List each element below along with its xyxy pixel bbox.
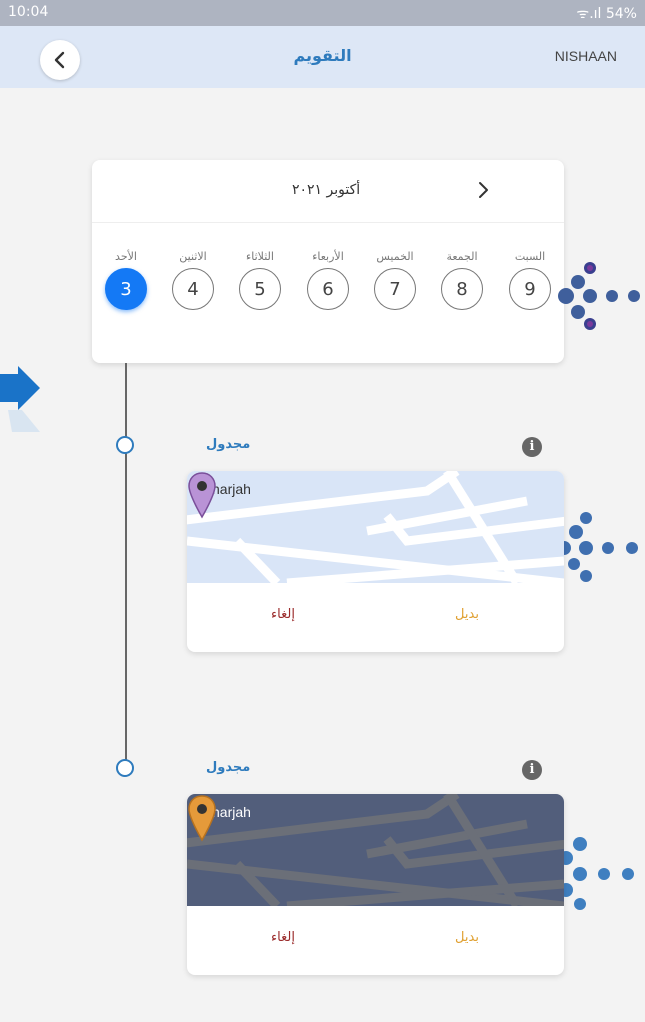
user-name: NISHAAN xyxy=(554,48,617,64)
chevron-right-icon xyxy=(479,182,488,198)
day-number: 3 xyxy=(105,268,147,310)
day-number: 6 xyxy=(307,268,349,310)
day-name: السبت xyxy=(514,250,546,263)
status-time: 10:04 xyxy=(8,4,49,20)
event-status: مجدول xyxy=(206,437,251,452)
day-name: الأحد xyxy=(115,250,137,263)
day-wednesday[interactable]: الأربعاء 6 xyxy=(306,248,350,310)
next-month-button[interactable] xyxy=(476,180,490,204)
day-number: 5 xyxy=(239,268,281,310)
timeline-line xyxy=(125,363,127,768)
day-number: 7 xyxy=(374,268,416,310)
dots-decoration xyxy=(558,262,640,330)
location-pin-icon xyxy=(188,472,216,519)
arrow-decoration xyxy=(0,366,40,432)
timeline-node xyxy=(116,436,134,454)
day-name: الثلاثاء xyxy=(246,250,274,263)
status-indicators: ᯤ.ıl 54% xyxy=(576,6,637,22)
day-number: 4 xyxy=(172,268,214,310)
day-name: الاثنين xyxy=(179,250,207,263)
day-monday[interactable]: الاثنين 4 xyxy=(171,248,215,310)
day-name: الأربعاء xyxy=(312,250,344,263)
day-name: الخميس xyxy=(376,250,414,263)
day-name: الجمعة xyxy=(446,250,478,263)
calendar-header: أكتوبر ٢٠٢١ xyxy=(92,160,564,223)
day-tuesday[interactable]: الثلاثاء 5 xyxy=(238,248,282,310)
timeline-node xyxy=(116,759,134,777)
info-icon[interactable]: i xyxy=(522,437,542,457)
calendar-month: أكتوبر ٢٠٢١ xyxy=(292,182,361,198)
card-actions: إلغاء بديل xyxy=(187,906,564,975)
day-saturday[interactable]: السبت 9 xyxy=(508,248,552,310)
map-preview[interactable]: sharjah xyxy=(187,794,564,906)
event-card[interactable]: sharjah إلغاء بديل xyxy=(187,794,564,975)
cancel-button[interactable]: إلغاء xyxy=(253,930,313,945)
page-title: التقويم xyxy=(293,46,352,65)
day-thursday[interactable]: الخميس 7 xyxy=(373,248,417,310)
day-number: 8 xyxy=(441,268,483,310)
map-preview[interactable]: sharjah xyxy=(187,471,564,583)
card-actions: إلغاء بديل xyxy=(187,583,564,652)
location-pin-icon xyxy=(188,795,216,842)
alternative-button[interactable]: بديل xyxy=(437,607,497,622)
day-friday[interactable]: الجمعة 8 xyxy=(440,248,484,310)
calendar-card: أكتوبر ٢٠٢١ السبت 9 الجمعة 8 الخميس 7 ال… xyxy=(92,160,564,363)
event-card[interactable]: sharjah إلغاء بديل xyxy=(187,471,564,652)
event-status: مجدول xyxy=(206,760,251,775)
day-number: 9 xyxy=(509,268,551,310)
dots-decoration xyxy=(557,512,638,582)
app-header: التقويم NISHAAN xyxy=(0,26,645,88)
status-bar: 10:04 ᯤ.ıl 54% xyxy=(0,0,645,26)
alternative-button[interactable]: بديل xyxy=(437,930,497,945)
info-icon[interactable]: i xyxy=(522,760,542,780)
cancel-button[interactable]: إلغاء xyxy=(253,607,313,622)
day-sunday-selected[interactable]: الأحد 3 xyxy=(104,248,148,310)
